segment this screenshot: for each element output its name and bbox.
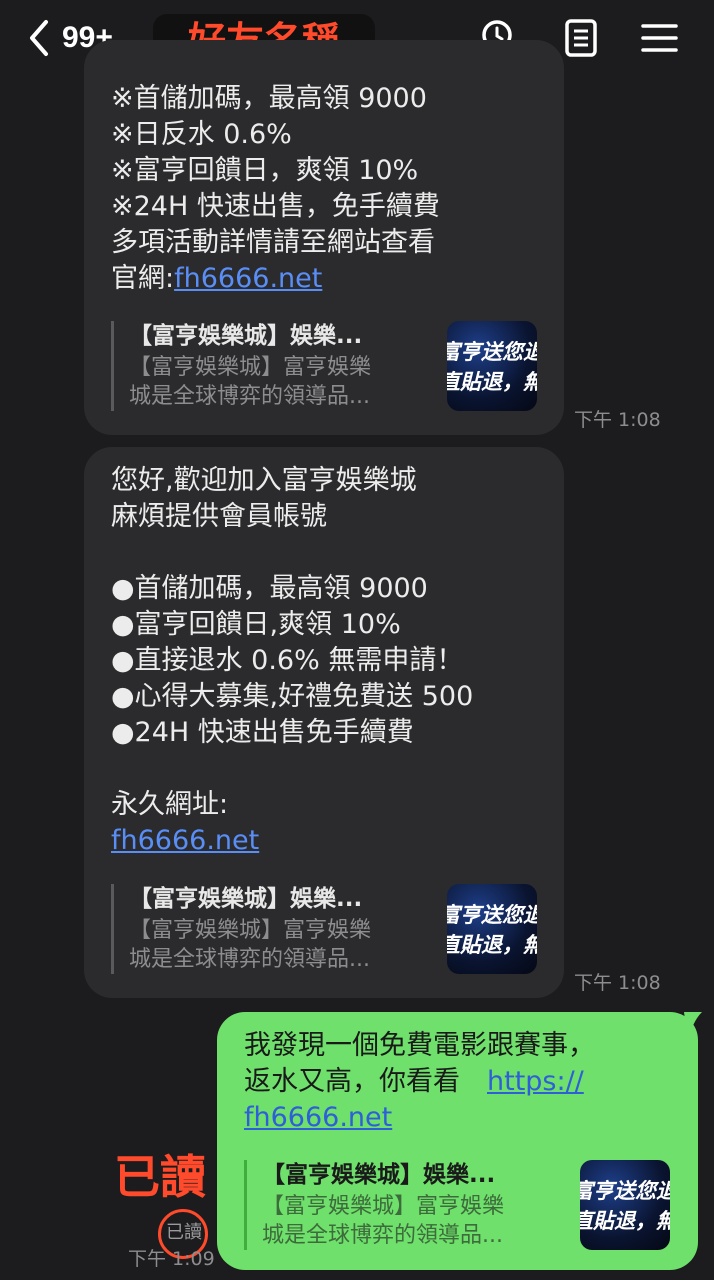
back-button[interactable]: [24, 16, 54, 60]
message-line: [111, 751, 564, 787]
website-link[interactable]: fh6666.net: [244, 1102, 392, 1133]
preview-title: 【富亨娛樂城】娛樂...: [129, 323, 363, 349]
preview-thumbnail: 富亨送您退 直貼退，無: [447, 884, 537, 974]
preview-accent-bar: [111, 884, 114, 974]
preview-thumbnail: 富亨送您退 直貼退，無: [447, 321, 537, 411]
message-line: ※24H 快速出售，免手續費: [111, 191, 440, 222]
message-bubble-sent[interactable]: 我發現一個免費電影跟賽事， 返水又高，你看看 https:// fh6666.n…: [217, 1012, 698, 1270]
message-text: 返水又高，你看看: [244, 1066, 487, 1097]
preview-accent-bar: [111, 321, 114, 411]
message-line: 返水又高，你看看 https://: [244, 1064, 698, 1100]
preview-thumbnail: 富亨送您退 直貼退，無: [580, 1160, 670, 1250]
link-preview-card[interactable]: 【富亨娛樂城】娛樂... 【富亨娛樂城】富亨娛樂 城是全球博弈的領導品... 富…: [111, 884, 537, 974]
link-preview-card[interactable]: 【富亨娛樂城】娛樂... 【富亨娛樂城】富亨娛樂 城是全球博弈的領導品... 富…: [244, 1160, 670, 1250]
message-bubble-received[interactable]: 您好,歡迎加入富亨娛樂城 麻煩提供會員帳號 ●首儲加碼，最高領 9000 ●富亨…: [84, 447, 564, 998]
message-line: fh6666.net: [111, 823, 564, 859]
link-prefix: 官網:: [111, 263, 175, 294]
bubble-tail-icon: [684, 1012, 702, 1042]
menu-button[interactable]: [640, 18, 680, 58]
message-line: 麻煩提供會員帳號: [111, 501, 327, 532]
message-line: ●富亨回饋日,爽領 10%: [111, 609, 401, 640]
website-link[interactable]: fh6666.net: [174, 263, 322, 294]
website-link[interactable]: fh6666.net: [111, 825, 259, 856]
message-line: ※首儲加碼，最高領 9000: [111, 83, 427, 114]
preview-title: 【富亨娛樂城】娛樂...: [129, 886, 363, 912]
chevron-left-icon: [30, 20, 48, 56]
preview-description: 【富亨娛樂城】富亨娛樂 城是全球博弈的領導品...: [129, 355, 372, 409]
message-line: ※富亨回饋日，爽領 10%: [111, 155, 419, 186]
message-line: 您好,歡迎加入富亨娛樂城: [111, 465, 417, 496]
message-line: 多項活動詳情請至網站查看: [111, 227, 435, 258]
preview-description: 【富亨娛樂城】富亨娛樂 城是全球博弈的領導品...: [129, 918, 372, 972]
link-preview-card[interactable]: 【富亨娛樂城】娛樂... 【富亨娛樂城】富亨娛樂 城是全球博弈的領導品... 富…: [111, 321, 537, 411]
message-timestamp: 下午 1:08: [574, 409, 661, 431]
read-annotation-text: 已讀: [114, 1150, 206, 1204]
preview-accent-bar: [244, 1160, 247, 1250]
website-link[interactable]: https://: [487, 1066, 584, 1097]
notes-icon: [565, 19, 597, 57]
message-line: ●直接退水 0.6% 無需申請！: [111, 645, 464, 676]
message-bubble-received[interactable]: ※首儲加碼，最高領 9000 ※日反水 0.6% ※富亨回饋日，爽領 10% ※…: [84, 40, 564, 435]
message-line: ※日反水 0.6%: [111, 119, 292, 150]
message-line: ●心得大募集,好禮免費送 500: [111, 681, 474, 712]
message-line: fh6666.net: [244, 1100, 698, 1136]
preview-title: 【富亨娛樂城】娛樂...: [262, 1162, 496, 1188]
message-line: [111, 535, 564, 571]
message-timestamp: 下午 1:09: [128, 1248, 215, 1270]
message-line: ●24H 快速出售免手續費: [111, 717, 414, 748]
notes-button[interactable]: [562, 18, 602, 58]
message-timestamp: 下午 1:08: [574, 972, 661, 994]
message-line: ●首儲加碼，最高領 9000: [111, 573, 428, 604]
preview-description: 【富亨娛樂城】富亨娛樂 城是全球博弈的領導品...: [262, 1194, 505, 1248]
menu-icon: [641, 24, 678, 52]
message-line: 我發現一個免費電影跟賽事，: [244, 1030, 595, 1061]
message-line: 永久網址:: [111, 789, 229, 820]
message-line: 官網:fh6666.net: [111, 261, 564, 297]
